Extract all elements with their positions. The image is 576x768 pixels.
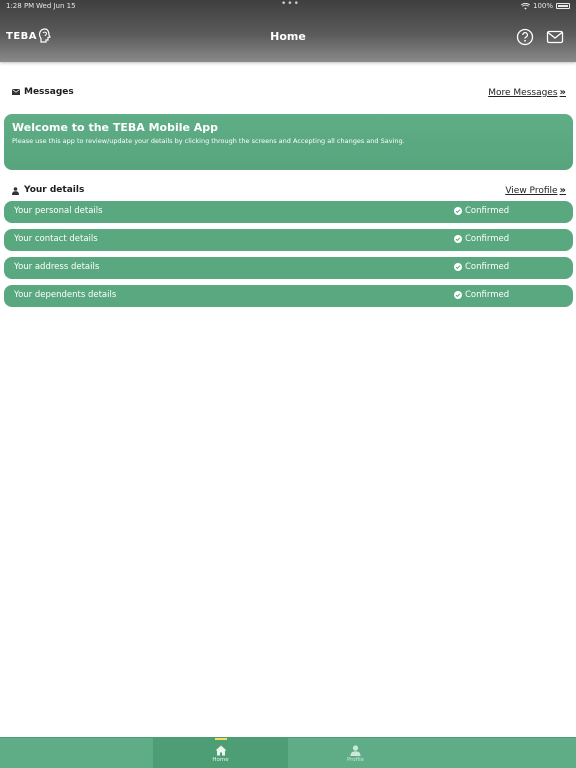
double-chevron-right-icon: »: [559, 87, 566, 98]
battery-icon: [556, 3, 570, 9]
tab-home[interactable]: Home: [153, 738, 288, 768]
tab-profile[interactable]: Profile: [288, 738, 423, 768]
confirmed-status: Confirmed: [454, 262, 509, 272]
battery-percent: 100%: [532, 2, 553, 10]
details-title: Your details: [24, 185, 85, 195]
status-right: 100%: [520, 2, 570, 10]
confirmed-status: Confirmed: [454, 234, 509, 244]
row-status: Confirmed: [465, 206, 510, 216]
confirmed-status: Confirmed: [454, 290, 509, 300]
check-circle-icon: [454, 207, 462, 215]
view-profile-label: View Profile: [505, 185, 558, 196]
tab-home-label: Home: [212, 756, 229, 763]
status-bar: 1:28 PM Wed Jun 15 ••• 100%: [0, 0, 576, 12]
row-status: Confirmed: [465, 290, 510, 300]
status-time: 1:28 PM: [6, 2, 35, 10]
check-circle-icon: [454, 291, 462, 299]
welcome-card-title: Welcome to the TEBA Mobile App: [12, 121, 219, 134]
tab-profile-label: Profile: [346, 756, 365, 763]
row-label: Your contact details: [14, 234, 98, 244]
row-status: Confirmed: [465, 234, 510, 244]
contact-details-row[interactable]: Your contact details Confirmed: [4, 229, 573, 251]
row-status: Confirmed: [465, 262, 510, 272]
messages-section-header: Messages More Messages »: [12, 87, 566, 101]
dependents-details-row[interactable]: Your dependents details Confirmed: [4, 285, 573, 307]
more-messages-label: More Messages: [488, 87, 558, 98]
home-icon: [215, 745, 226, 755]
check-circle-icon: [454, 235, 462, 243]
help-icon[interactable]: [516, 28, 534, 46]
row-label: Your address details: [14, 262, 100, 272]
envelope-icon: [12, 89, 20, 95]
wifi-icon: [520, 2, 530, 10]
page-title: Home: [270, 30, 306, 43]
confirmed-status: Confirmed: [454, 206, 509, 216]
multitasking-dots-icon[interactable]: •••: [281, 0, 300, 9]
person-icon: [350, 744, 361, 756]
more-messages-link[interactable]: More Messages »: [488, 87, 566, 98]
address-details-row[interactable]: Your address details Confirmed: [4, 257, 573, 279]
bottom-tab-bar: Home Profile: [0, 737, 576, 768]
personal-details-row[interactable]: Your personal details Confirmed: [4, 201, 573, 223]
status-date: Wed Jun 15: [36, 2, 76, 10]
welcome-card-text: Please use this app to review/update you…: [12, 137, 405, 145]
app-header: 1:28 PM Wed Jun 15 ••• 100% TEBA Home: [0, 0, 576, 62]
details-section-header: Your details View Profile »: [12, 185, 566, 199]
person-small-icon: [12, 187, 19, 195]
double-chevron-right-icon: »: [559, 185, 566, 196]
row-label: Your personal details: [14, 206, 103, 216]
check-circle-icon: [454, 263, 462, 271]
messages-title: Messages: [24, 87, 74, 97]
view-profile-link[interactable]: View Profile »: [505, 185, 566, 196]
row-label: Your dependents details: [14, 290, 117, 300]
mail-icon[interactable]: [546, 28, 564, 46]
welcome-message-card[interactable]: Welcome to the TEBA Mobile App Please us…: [4, 114, 573, 170]
